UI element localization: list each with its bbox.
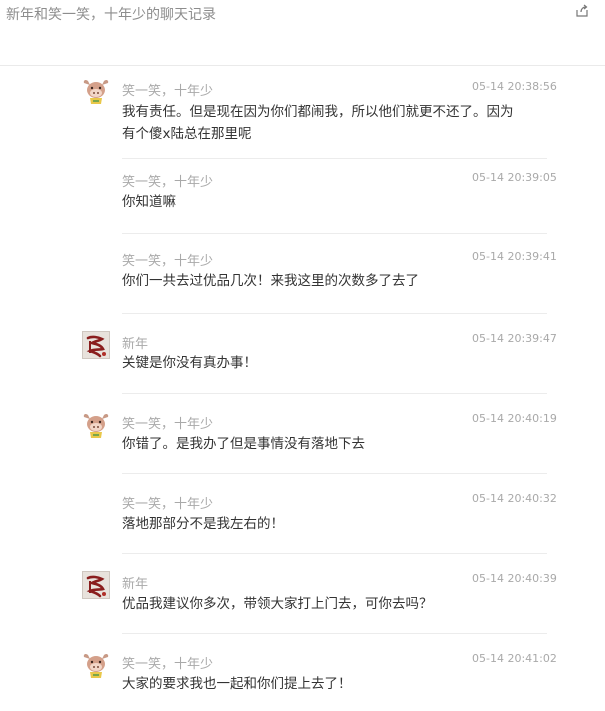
- timestamp: 05-14 20:39:47: [472, 332, 557, 345]
- avatar-cow-icon[interactable]: [82, 411, 110, 439]
- divider: [122, 393, 547, 394]
- sender-name: 笑一笑，十年少: [122, 175, 214, 190]
- sender-name: 笑一笑，十年少: [122, 417, 214, 432]
- timestamp: 05-14 20:39:05: [472, 171, 557, 184]
- timestamp: 05-14 20:40:39: [472, 572, 557, 585]
- sender-name: 笑一笑，十年少: [122, 84, 214, 99]
- message-text: 你错了。是我办了但是事情没有落地下去: [122, 436, 365, 452]
- timestamp: 05-14 20:41:02: [472, 652, 557, 665]
- share-icon[interactable]: [575, 4, 589, 18]
- message-text: 落地那部分不是我左右的！: [122, 516, 284, 532]
- chat-header: 新年和笑一笑，十年少的聊天记录: [0, 0, 605, 66]
- divider: [122, 313, 547, 314]
- divider: [122, 158, 547, 159]
- timestamp: 05-14 20:38:56: [472, 80, 557, 93]
- divider: [122, 233, 547, 234]
- avatar-calligraphy-icon[interactable]: [82, 331, 110, 359]
- message-text: 我有责任。但是现在因为你们都闹我，所以他们就更不还了。因为有个傻x陆总在那里呢: [122, 104, 514, 142]
- avatar-cow-icon[interactable]: [82, 651, 110, 679]
- avatar-calligraphy-icon[interactable]: [82, 571, 110, 599]
- divider: [122, 473, 547, 474]
- message-text: 你知道嘛: [122, 194, 176, 210]
- sender-name: 新年: [122, 337, 149, 352]
- timestamp: 05-14 20:39:41: [472, 250, 557, 263]
- divider: [122, 553, 547, 554]
- message-text: 优品我建议你多次，带领大家打上门去，可你去吗？: [122, 596, 433, 612]
- page-title: 新年和笑一笑，十年少的聊天记录: [6, 7, 216, 23]
- message-text: 关键是你没有真办事！: [122, 355, 257, 371]
- sender-name: 新年: [122, 577, 149, 592]
- sender-name: 笑一笑，十年少: [122, 657, 214, 672]
- avatar-cow-icon[interactable]: [82, 77, 110, 105]
- timestamp: 05-14 20:40:32: [472, 492, 557, 505]
- message-text: 你们一共去过优品几次！来我这里的次数多了去了: [122, 273, 419, 289]
- sender-name: 笑一笑，十年少: [122, 497, 214, 512]
- divider: [122, 633, 547, 634]
- sender-name: 笑一笑，十年少: [122, 254, 214, 269]
- timestamp: 05-14 20:40:19: [472, 412, 557, 425]
- message-text: 大家的要求我也一起和你们提上去了！: [122, 676, 352, 692]
